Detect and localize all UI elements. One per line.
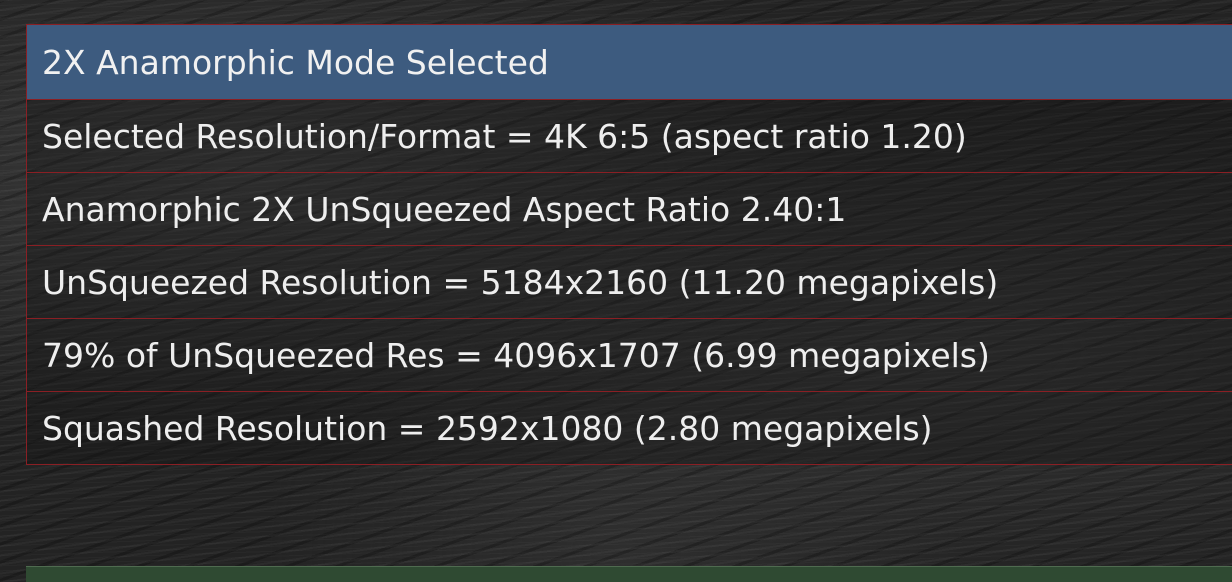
mode-header: 2X Anamorphic Mode Selected [27, 25, 1232, 100]
unsqueezed-resolution-row: UnSqueezed Resolution = 5184x2160 (11.20… [27, 246, 1232, 319]
percent-unsqueezed-res-row: 79% of UnSqueezed Res = 4096x1707 (6.99 … [27, 319, 1232, 392]
selected-resolution-row: Selected Resolution/Format = 4K 6:5 (asp… [27, 100, 1232, 173]
next-section-panel [26, 566, 1232, 582]
anamorphic-results-table: 2X Anamorphic Mode Selected Selected Res… [26, 24, 1232, 465]
squashed-resolution-row: Squashed Resolution = 2592x1080 (2.80 me… [27, 392, 1232, 465]
unsqueezed-aspect-ratio-row: Anamorphic 2X UnSqueezed Aspect Ratio 2.… [27, 173, 1232, 246]
